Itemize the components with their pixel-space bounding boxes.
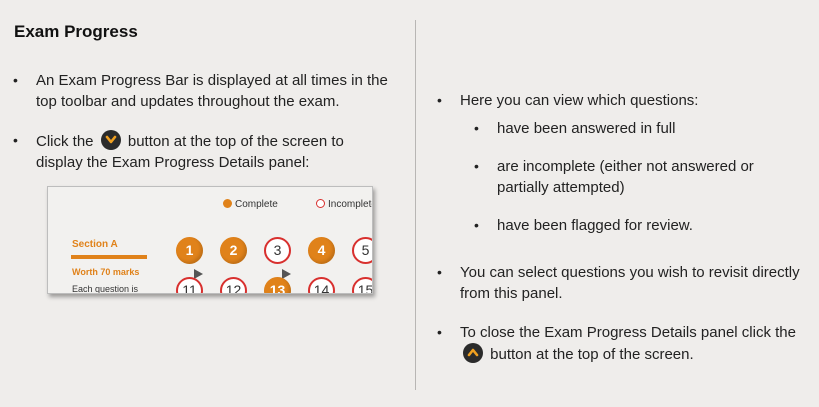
right-bullet-3-text-before: To close the Exam Progress Details panel… <box>460 324 796 341</box>
bullet-dot: • <box>13 132 18 148</box>
left-bullet-1-text: An Exam Progress Bar is displayed at all… <box>36 72 388 110</box>
question-11-button[interactable]: 11 <box>176 277 203 293</box>
right-subbullet-3-text: have been flagged for review. <box>497 217 693 234</box>
question-4-button[interactable]: 4 <box>308 237 335 264</box>
right-subbullet-1: • have been answered in full <box>474 118 807 139</box>
incomplete-swatch <box>316 199 325 208</box>
bullet-dot: • <box>474 158 479 174</box>
right-bullet-3-text-after: button at the top of the screen. <box>486 346 694 363</box>
right-bullet-3: • To close the Exam Progress Details pan… <box>437 322 805 365</box>
bullet-dot: • <box>437 324 442 340</box>
question-3-button[interactable]: 3 <box>264 237 291 264</box>
bullet-dot: • <box>474 217 479 233</box>
complete-swatch <box>223 199 232 208</box>
bullet-dot: • <box>474 120 479 136</box>
expand-progress-button[interactable] <box>100 130 121 150</box>
right-bullet-2-text: You can select questions you wish to rev… <box>460 264 800 302</box>
question-12-button[interactable]: 12 <box>220 277 247 293</box>
question-1-button[interactable]: 1 <box>176 237 203 264</box>
column-divider <box>415 20 416 390</box>
section-worth: Worth 70 marks <box>72 267 140 277</box>
collapse-progress-button[interactable] <box>463 343 483 363</box>
question-2-button[interactable]: 2 <box>220 237 247 264</box>
right-subbullet-2: • are incomplete (either not answered or… <box>474 156 797 198</box>
chevron-down-icon <box>105 135 116 144</box>
right-subbullet-1-text: have been answered in full <box>497 120 676 137</box>
left-bullet-2-text-before: Click the <box>36 133 98 150</box>
left-bullet-1: • An Exam Progress Bar is displayed at a… <box>13 70 396 112</box>
section-name: Section A <box>72 239 118 250</box>
right-bullet-2: • You can select questions you wish to r… <box>437 262 800 304</box>
right-bullet-1: • Here you can view which questions: <box>437 90 800 111</box>
legend-incomplete-label: Incomplete <box>328 199 373 210</box>
section-description: Each question is <box>72 284 139 294</box>
legend-complete-label: Complete <box>235 199 278 210</box>
legend-complete: Complete <box>223 199 278 210</box>
right-subbullet-3: • have been flagged for review. <box>474 215 807 236</box>
page-title: Exam Progress <box>14 22 138 41</box>
question-14-button[interactable]: 14 <box>308 277 335 293</box>
bullet-dot: • <box>437 264 442 280</box>
bullet-dot: • <box>437 92 442 108</box>
question-13-button[interactable]: 13 <box>264 277 291 293</box>
question-15-button[interactable]: 15 <box>352 277 372 293</box>
progress-details-panel-screenshot: Complete Incomplete Section A Worth 70 m… <box>47 186 373 294</box>
bullet-dot: • <box>13 72 18 88</box>
section-progress-bar <box>71 255 147 259</box>
right-subbullet-2-text: are incomplete (either not answered or p… <box>497 158 754 196</box>
left-bullet-2: • Click the button at the top of the scr… <box>13 130 386 173</box>
question-5-button[interactable]: 5 <box>352 237 372 264</box>
legend-incomplete: Incomplete <box>316 199 373 210</box>
right-bullet-1-text: Here you can view which questions: <box>460 92 699 109</box>
chevron-up-icon <box>467 348 479 357</box>
